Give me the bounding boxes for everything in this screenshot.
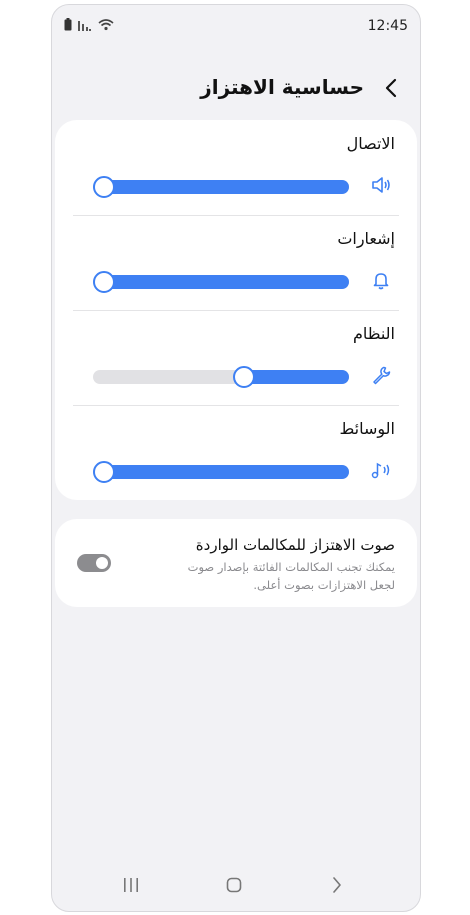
signal-icon [78,16,92,35]
slider-row-call: الاتصال [55,120,417,215]
slider-label: إشعارات [337,229,395,248]
slider-label: النظام [352,324,395,343]
status-bar: 12:45 [52,5,420,43]
slider-thumb[interactable] [93,461,115,483]
wifi-icon [98,16,114,35]
status-time: 12:45 [367,18,408,34]
slider-thumb[interactable] [233,366,256,388]
incoming-call-sound-toggle[interactable] [77,554,111,572]
home-button[interactable] [219,873,249,897]
system-vibration-slider[interactable] [93,366,349,388]
page-title: حساسية الاهتزاز [200,75,364,99]
header: حساسية الاهتزاز [52,67,420,111]
slider-fill [95,275,349,289]
bell-icon [369,268,393,292]
incoming-call-sound-card[interactable]: صوت الاهتزاز للمكالمات الواردة يمكنك تجن… [55,519,417,607]
slider-thumb[interactable] [93,271,115,293]
back-button[interactable] [376,73,406,103]
notifications-vibration-slider[interactable] [93,271,349,293]
setting-title: صوت الاهتزاز للمكالمات الواردة [195,536,395,554]
setting-description: يمكنك تجنب المكالمات الفائتة بإصدار صوت … [187,560,395,592]
media-vibration-slider[interactable] [93,461,349,483]
chevron-left-icon [385,78,397,98]
chevron-right-icon [333,877,341,893]
toggle-knob [96,557,108,569]
home-icon [226,877,242,893]
slider-row-notifications: إشعارات [55,215,417,310]
recent-apps-icon [124,878,138,892]
music-note-icon [369,458,393,482]
wrench-icon [369,363,393,387]
slider-fill [95,180,349,194]
battery-icon [64,16,72,35]
slider-row-system: النظام [55,310,417,405]
status-icons [64,16,114,35]
slider-row-media: الوسائط [55,405,417,500]
slider-label: الوسائط [339,419,395,438]
slider-fill [95,465,349,479]
phone-screen: 12:45 حساسية الاهتزاز الاتصال إشعارات ال… [51,4,421,912]
back-nav-button[interactable] [322,873,352,897]
call-vibration-slider[interactable] [93,176,349,198]
slider-label: الاتصال [346,134,395,153]
speaker-icon [369,173,393,197]
navigation-bar [52,859,420,911]
recent-apps-button[interactable] [116,873,146,897]
vibration-sliders-card: الاتصال إشعارات النظام الوسائط [55,120,417,500]
slider-thumb[interactable] [93,176,115,198]
